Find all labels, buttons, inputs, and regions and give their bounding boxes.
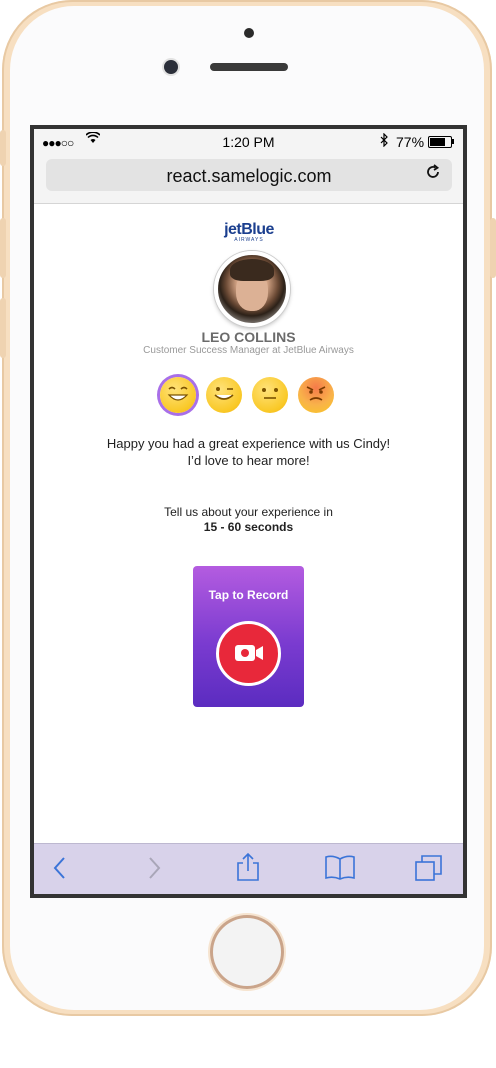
video-camera-icon (234, 643, 264, 663)
volume-up-button (0, 218, 6, 278)
rating-winking[interactable] (206, 377, 242, 413)
laughing-face-icon (160, 383, 196, 412)
screen: ●●●○○ 1:20 PM 77% react.samelogic.com je… (34, 129, 463, 894)
avatar (214, 251, 290, 327)
volume-down-button (0, 298, 6, 358)
neutral-face-icon (252, 383, 288, 412)
winking-face-icon (206, 383, 242, 412)
message-line-1: Happy you had a great experience with us… (106, 436, 391, 451)
record-button[interactable] (216, 621, 281, 686)
share-icon[interactable] (235, 852, 261, 889)
power-button (490, 218, 496, 278)
url-text: react.samelogic.com (166, 166, 332, 186)
record-card[interactable]: Tap to Record (193, 566, 304, 707)
home-button[interactable] (210, 915, 284, 989)
agent-title: Customer Success Manager at JetBlue Airw… (143, 345, 354, 356)
earpiece-speaker (210, 63, 288, 71)
record-label: Tap to Record (208, 588, 289, 602)
angry-face-icon (298, 383, 334, 412)
tabs-icon[interactable] (414, 854, 444, 889)
rating-selector (160, 377, 340, 417)
bookmarks-icon[interactable] (324, 854, 356, 887)
battery-percentage: 77% (396, 134, 425, 150)
thank-you-message: Happy you had a great experience with us… (34, 435, 463, 469)
jetblue-logo: jetBlue AIRWAYS (222, 221, 276, 243)
bluetooth-icon (380, 132, 389, 150)
message-line-2: I’d love to hear more! (187, 453, 310, 468)
rating-angry[interactable] (298, 377, 334, 413)
proximity-sensor (244, 28, 254, 38)
rating-laughing[interactable] (160, 377, 196, 413)
reload-icon[interactable] (424, 163, 442, 187)
record-prompt: Tell us about your experience in 15 - 60… (34, 505, 463, 535)
safari-toolbar (34, 843, 463, 894)
rating-neutral[interactable] (252, 377, 288, 413)
mute-switch (0, 130, 6, 166)
status-bar: ●●●○○ 1:20 PM 77% (34, 129, 463, 155)
battery-icon (428, 136, 452, 148)
front-camera (164, 60, 178, 74)
avatar-hair (230, 259, 274, 281)
prompt-duration: 15 - 60 seconds (203, 520, 294, 534)
forward-chevron-icon (148, 856, 162, 887)
safari-address-area: react.samelogic.com (34, 155, 463, 204)
battery-tip (452, 139, 454, 144)
prompt-line: Tell us about your experience in (164, 505, 333, 519)
back-chevron-icon[interactable] (52, 856, 66, 887)
agent-name: LEO COLLINS (201, 329, 296, 345)
address-bar[interactable]: react.samelogic.com (46, 159, 452, 191)
battery-level-fill (430, 138, 445, 146)
